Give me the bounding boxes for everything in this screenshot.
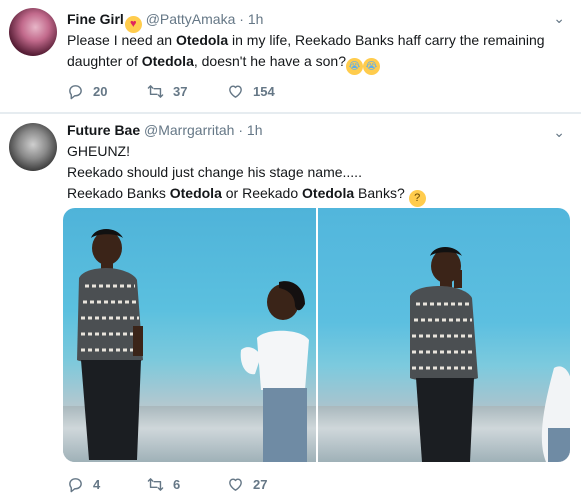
- reply-icon: [69, 84, 82, 99]
- retweet-button[interactable]: 6: [147, 476, 227, 493]
- tweet-text: Please I need an Otedola in my life, Ree…: [67, 30, 567, 75]
- woman-figure: [240, 281, 309, 462]
- like-count: 27: [253, 476, 268, 492]
- tweet-text-line: Reekado Banks Otedola or Reekado Otedola…: [67, 183, 567, 207]
- loudly-crying-emoji-icon: 😭: [345, 58, 363, 75]
- like-button[interactable]: 154: [227, 83, 307, 100]
- avatar[interactable]: [9, 8, 57, 56]
- reply-button[interactable]: 4: [67, 476, 147, 493]
- tweet-header: Future Bae @Marrgarritah · 1h: [67, 120, 263, 140]
- photo-couple[interactable]: [63, 208, 316, 462]
- tweet-actions: 4 6 27: [67, 474, 307, 494]
- tweet-text: GHEUNZ! Reekado should just change his s…: [67, 141, 567, 207]
- tweet-future-bae[interactable]: Future Bae @Marrgarritah · 1h ⌄ GHEUNZ! …: [0, 114, 581, 504]
- chevron-down-icon[interactable]: ⌄: [553, 124, 565, 141]
- mention-otedola: Otedola: [169, 185, 222, 201]
- man-figure: [409, 247, 478, 462]
- retweet-count: 6: [173, 476, 181, 492]
- tweet-fine-girl[interactable]: Fine Girl ♥ @PattyAmaka · 1h ⌄ Please I n…: [0, 0, 581, 112]
- retweet-icon: [147, 477, 164, 491]
- retweet-count: 37: [173, 83, 188, 99]
- username[interactable]: @Marrgarritah: [144, 122, 234, 138]
- heart-icon: [229, 477, 242, 491]
- retweet-icon: [147, 84, 164, 98]
- separator-dot: ·: [239, 11, 244, 27]
- loudly-crying-emoji-icon: 😭: [362, 58, 380, 75]
- chevron-down-icon[interactable]: ⌄: [553, 10, 565, 27]
- reply-icon: [69, 477, 82, 492]
- tweet-media[interactable]: [63, 208, 570, 462]
- timestamp[interactable]: 1h: [248, 11, 264, 27]
- display-name[interactable]: Fine Girl: [67, 11, 124, 27]
- heart-icon: [229, 84, 242, 98]
- avatar[interactable]: [9, 123, 57, 171]
- mention-otedola: Otedola: [302, 185, 355, 201]
- like-button[interactable]: 27: [227, 476, 307, 493]
- reply-count: 4: [93, 476, 101, 492]
- reply-button[interactable]: 20: [67, 83, 147, 100]
- tweet-text-line: GHEUNZ!: [67, 143, 130, 159]
- display-name[interactable]: Future Bae: [67, 122, 140, 138]
- partial-figure: [541, 366, 570, 462]
- thinking-face-emoji-icon: ?: [408, 190, 426, 207]
- mention-otedola: Otedola: [175, 32, 229, 48]
- tweet-text-line: Reekado should just change his stage nam…: [67, 164, 362, 180]
- man-figure: [77, 229, 143, 460]
- photo-man[interactable]: [317, 208, 570, 462]
- timestamp[interactable]: 1h: [247, 122, 263, 138]
- mention-otedola: Otedola: [141, 53, 194, 69]
- like-count: 154: [253, 83, 275, 99]
- tweet-actions: 20 37 154: [67, 81, 307, 101]
- reply-count: 20: [93, 83, 108, 99]
- retweet-button[interactable]: 37: [147, 83, 227, 100]
- separator-dot: ·: [238, 122, 244, 138]
- username[interactable]: @PattyAmaka: [146, 11, 236, 27]
